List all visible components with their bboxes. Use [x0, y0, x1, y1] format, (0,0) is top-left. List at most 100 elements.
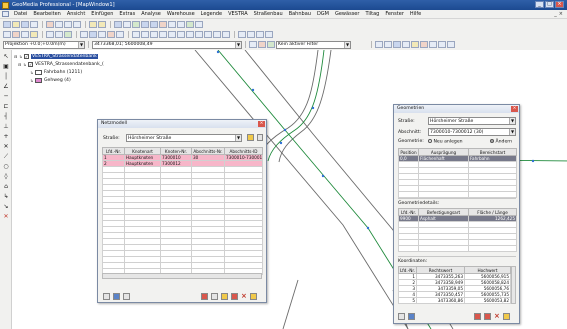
slash-tool-icon[interactable] — [186, 30, 194, 38]
column-header[interactable]: Ausprägung — [418, 148, 469, 156]
geo-map-icon[interactable] — [474, 313, 481, 320]
circle-icon[interactable]: ○ — [2, 163, 10, 170]
new-icon[interactable] — [3, 20, 11, 28]
vestra-icon[interactable] — [46, 30, 54, 38]
filter-icon[interactable] — [258, 41, 266, 48]
chevron-down-icon[interactable]: ▼ — [78, 41, 84, 48]
menu-legende[interactable]: Legende — [198, 11, 225, 17]
layer-checkbox[interactable]: ✓ — [24, 53, 29, 59]
snap-off-icon[interactable] — [447, 41, 455, 48]
junction-icon[interactable]: ┤ — [2, 113, 10, 120]
mdi-close-button[interactable]: × — [559, 11, 563, 17]
menu-extras[interactable]: Extras — [116, 11, 138, 17]
snap-icon[interactable] — [247, 30, 255, 38]
geo-flag-icon[interactable] — [484, 313, 491, 320]
aendern-radio[interactable]: Ändern — [490, 139, 512, 145]
insert-area-icon[interactable] — [98, 30, 106, 38]
column-header[interactable]: Hochwert — [464, 266, 511, 274]
cross-icon[interactable]: ✕ — [2, 143, 10, 150]
map-point[interactable] — [251, 88, 255, 92]
chevron-down-icon[interactable]: ▼ — [235, 41, 241, 48]
arrow-icon[interactable]: ↘ — [2, 203, 10, 210]
document-icon[interactable] — [2, 11, 9, 17]
strasse-combo[interactable]: Hörsheimer Straße ▼ — [428, 117, 516, 125]
column-header[interactable]: Knoten-Nr. — [160, 147, 192, 155]
menu-bearbeiten[interactable]: Bearbeiten — [30, 11, 63, 17]
filter-toggle-icon[interactable] — [267, 41, 275, 48]
column-header[interactable]: Lfd.-Nr. — [398, 208, 419, 216]
angle-icon[interactable]: ∠ — [2, 83, 10, 90]
net-table-icon[interactable] — [211, 293, 218, 300]
delete-x-icon[interactable]: × — [494, 313, 500, 320]
column-header[interactable]: Befestigungsart — [418, 208, 469, 216]
open-icon[interactable] — [12, 20, 20, 28]
pointer-icon[interactable]: ↖ — [2, 53, 10, 60]
map-point[interactable] — [321, 174, 325, 178]
delete-icon[interactable] — [73, 20, 81, 28]
layer-row-gehweg[interactable]: ↳ Gehweg (4) — [14, 76, 134, 84]
north-icon[interactable] — [265, 30, 273, 38]
column-header[interactable]: Abschnitts-ID — [224, 147, 263, 155]
tree-root-row[interactable]: ⊟ ↳ ✓ VESTRA_Strassendatenbank — [14, 52, 134, 60]
help-icon[interactable] — [195, 20, 203, 28]
snap-vertex-icon[interactable] — [393, 41, 401, 48]
chevron-down-icon[interactable]: ▼ — [509, 118, 515, 124]
layer-row-fahrbahn[interactable]: ↳ Fahrbahn (1211) — [14, 68, 134, 76]
net-map-icon[interactable] — [201, 293, 208, 300]
horizontal-line-icon[interactable]: ─ — [2, 93, 10, 100]
tee-icon[interactable]: ⊥ — [2, 123, 10, 130]
plus-icon[interactable]: + — [2, 133, 10, 140]
projection-combo[interactable]: Projektion +0.0;+0.0m(m) ▼ — [3, 40, 85, 49]
column-header[interactable]: Fläche / Länge — [468, 208, 517, 216]
split-icon[interactable] — [107, 30, 115, 38]
style-icon[interactable] — [30, 30, 38, 38]
bracket-icon[interactable]: ⊏ — [2, 103, 10, 110]
geo-node-icon[interactable] — [398, 313, 405, 320]
column-header[interactable]: Bereichstart — [468, 148, 517, 156]
cross-tool-icon[interactable] — [177, 30, 185, 38]
polyline-tool-icon[interactable] — [141, 30, 149, 38]
column-header[interactable]: Abschnitts-Nr. — [191, 147, 225, 155]
column-header[interactable]: Knotenart — [124, 147, 161, 155]
column-header[interactable]: Rechtswert — [416, 266, 465, 274]
edit-geometry-icon[interactable] — [55, 30, 63, 38]
layer-icon[interactable] — [3, 30, 11, 38]
data-window-icon[interactable] — [123, 20, 131, 28]
minimize-button[interactable]: _ — [535, 1, 544, 8]
map-point[interactable] — [283, 128, 287, 132]
column-header[interactable]: Lfd.-Nr. — [102, 147, 125, 155]
map-window-icon[interactable] — [114, 20, 122, 28]
insert-point-icon[interactable] — [80, 30, 88, 38]
menu-dgm[interactable]: DGM — [314, 11, 332, 17]
menu-hilfe[interactable]: Hilfe — [407, 11, 424, 17]
column-header[interactable]: Position — [398, 148, 419, 156]
menu-strassenbau[interactable]: Straßenbau — [251, 11, 286, 17]
arc-tool-icon[interactable] — [150, 30, 158, 38]
measure-icon[interactable] — [256, 30, 264, 38]
map-point[interactable] — [216, 50, 220, 54]
pan-icon[interactable] — [168, 20, 176, 28]
zoom-out-icon[interactable] — [150, 20, 158, 28]
snap-edge-icon[interactable] — [402, 41, 410, 48]
circle-tool-icon[interactable] — [204, 30, 212, 38]
maximize-button[interactable]: □ — [545, 1, 554, 8]
map-point[interactable] — [311, 106, 315, 110]
copy-icon[interactable] — [55, 20, 63, 28]
filter-combo[interactable]: Kein aktiver Filter ▼ — [276, 40, 351, 49]
net-pick-icon[interactable] — [221, 293, 228, 300]
cut-icon[interactable] — [46, 20, 54, 28]
select-area-icon[interactable]: ▣ — [2, 63, 10, 70]
mdi-minimize-button[interactable]: _ — [554, 11, 557, 17]
radio-selected-icon[interactable] — [490, 139, 494, 143]
menu-fenster[interactable]: Fenster — [382, 11, 407, 17]
label-icon[interactable] — [21, 30, 29, 38]
column-header[interactable]: Lfd.-Nr. — [398, 266, 417, 274]
fit-all-icon[interactable] — [159, 20, 167, 28]
abschnitt-combo[interactable]: 7300010-7300012 (30) ▼ — [428, 128, 516, 136]
snap-midpoint-icon[interactable] — [384, 41, 392, 48]
layer-label[interactable]: Fahrbahn (1211) — [44, 70, 82, 75]
filter-pointer-icon[interactable] — [249, 41, 257, 48]
menu-tiltag[interactable]: Tiltag — [362, 11, 382, 17]
menu-warehouse[interactable]: Warehouse — [164, 11, 198, 17]
map-point[interactable] — [531, 159, 535, 163]
